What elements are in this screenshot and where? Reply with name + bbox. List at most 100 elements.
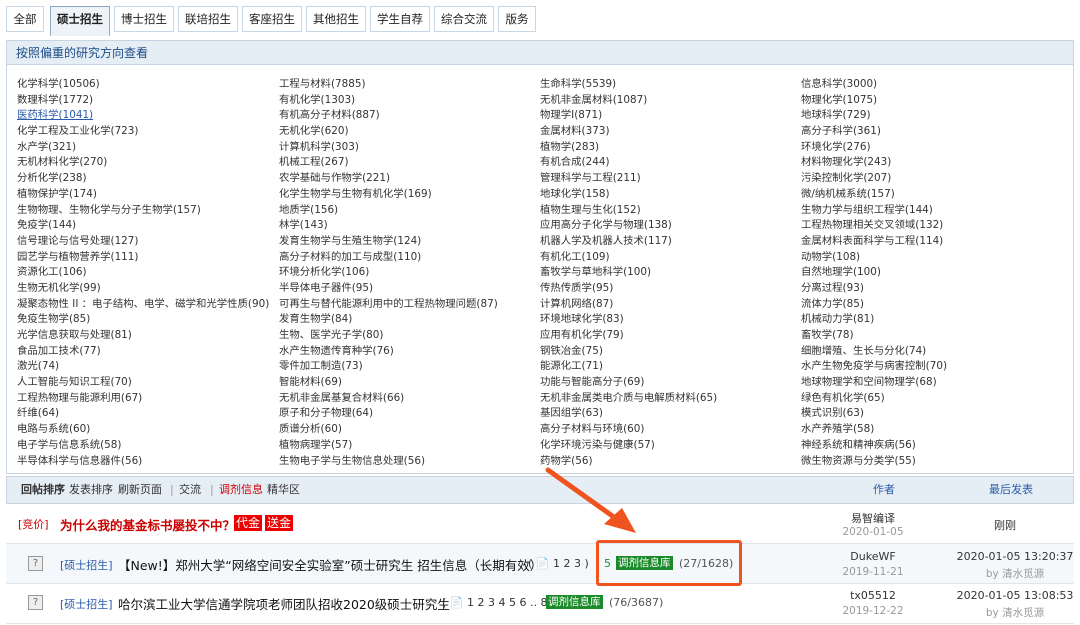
tab-master-recruit[interactable]: 硕士招生 (50, 6, 110, 36)
research-direction-link[interactable]: 植物保护学(174) (17, 187, 279, 203)
research-direction-link[interactable]: 物理学I(871) (540, 108, 802, 124)
research-direction-link[interactable]: 发育生物学与生殖生物学(124) (279, 234, 541, 250)
research-direction-link[interactable]: 高分子科学(361) (801, 124, 1063, 140)
page-links[interactable]: ( 📄 1 2 3 4 5 6 .. 8 ) (442, 596, 555, 609)
research-direction-link[interactable]: 自然地理学(100) (801, 265, 1063, 281)
research-direction-link[interactable]: 化学环境污染与健康(57) (540, 438, 802, 454)
research-direction-link[interactable]: 工程热物理与能源利用(67) (17, 391, 279, 407)
author-name[interactable]: DukeWF (803, 550, 943, 563)
research-direction-link[interactable]: 物理化学(1075) (801, 93, 1063, 109)
research-direction-link[interactable]: 植物学(283) (540, 140, 802, 156)
research-direction-link[interactable]: 计算机科学(303) (279, 140, 541, 156)
research-direction-link[interactable]: 发育生物学(84) (279, 312, 541, 328)
research-direction-link[interactable]: 环境地球化学(83) (540, 312, 802, 328)
table-row[interactable]: [竞价] 为什么我的基金标书屡投不中？ 代金 送金 易智编译 2020-01-0… (6, 504, 1074, 544)
research-direction-link[interactable]: 质谱分析(60) (279, 422, 541, 438)
research-direction-link[interactable]: 功能与智能高分子(69) (540, 375, 802, 391)
research-direction-link[interactable]: 半导体科学与信息器件(56) (17, 454, 279, 470)
research-direction-link[interactable]: 工程热物理相关交叉领域(132) (801, 218, 1063, 234)
research-direction-link[interactable]: 工程与材料(7885) (279, 77, 541, 93)
research-direction-link[interactable]: 化学工程及工业化学(723) (17, 124, 279, 140)
research-direction-link[interactable]: 水产生物免疫学与病害控制(70) (801, 359, 1063, 375)
research-direction-link[interactable]: 细胞增殖、生长与分化(74) (801, 344, 1063, 360)
research-direction-link[interactable]: 高分子材料的加工与成型(110) (279, 250, 541, 266)
tab-joint-recruit[interactable]: 联培招生 (178, 6, 238, 32)
research-direction-link[interactable]: 免疫生物学(85) (17, 312, 279, 328)
research-direction-link[interactable]: 信号理论与信号处理(127) (17, 234, 279, 250)
tab-phd-recruit[interactable]: 博士招生 (114, 6, 174, 32)
research-direction-link[interactable]: 半导体电子器件(95) (279, 281, 541, 297)
research-direction-link[interactable]: 生物电子学与生物信息处理(56) (279, 454, 541, 470)
research-direction-link[interactable]: 药物学(56) (540, 454, 802, 470)
research-direction-link[interactable]: 分离过程(93) (801, 281, 1063, 297)
research-direction-link[interactable]: 化学生物学与生物有机化学(169) (279, 187, 541, 203)
research-direction-link[interactable]: 神经系统和精神疾病(56) (801, 438, 1063, 454)
thread-title-link[interactable]: 哈尔滨工业大学信通学院项老师团队招收2020级硕士研究生 (118, 594, 450, 613)
research-direction-link[interactable]: 材料物理化学(243) (801, 155, 1063, 171)
research-direction-link[interactable]: 光学信息获取与处理(81) (17, 328, 279, 344)
research-direction-link[interactable]: 模式识别(63) (801, 406, 1063, 422)
last-post-column-header[interactable]: 最后发表 (989, 477, 1033, 503)
research-direction-link[interactable]: 机械工程(267) (279, 155, 541, 171)
research-direction-link[interactable]: 基因组学(63) (540, 406, 802, 422)
research-direction-link[interactable]: 无机材料化学(270) (17, 155, 279, 171)
research-direction-link[interactable]: 水产生物遗传育种学(76) (279, 344, 541, 360)
last-poster[interactable]: by 清水觅源 (935, 605, 1080, 620)
research-direction-link[interactable]: 凝聚态物性 II ：电子结构、电学、磁学和光学性质(90) (17, 297, 279, 313)
author-name[interactable]: tx05512 (803, 589, 943, 602)
elite-link[interactable]: 精华区 (267, 477, 300, 503)
research-direction-link[interactable]: 能源化工(71) (540, 359, 802, 375)
research-direction-link[interactable]: 人工智能与知识工程(70) (17, 375, 279, 391)
research-direction-link[interactable]: 有机化工(109) (540, 250, 802, 266)
research-direction-link[interactable]: 生物、医学光子学(80) (279, 328, 541, 344)
research-direction-link[interactable]: 免疫学(144) (17, 218, 279, 234)
research-direction-link[interactable]: 资源化工(106) (17, 265, 279, 281)
research-direction-link[interactable]: 机械动力学(81) (801, 312, 1063, 328)
research-direction-link[interactable]: 食品加工技术(77) (17, 344, 279, 360)
research-direction-link[interactable]: 医药科学(1041) (17, 108, 279, 124)
research-direction-link[interactable]: 地质学(156) (279, 203, 541, 219)
research-direction-link[interactable]: 生命科学(5539) (540, 77, 802, 93)
research-direction-link[interactable]: 环境化学(276) (801, 140, 1063, 156)
research-direction-link[interactable]: 激光(74) (17, 359, 279, 375)
research-direction-link[interactable]: 金属材料表面科学与工程(114) (801, 234, 1063, 250)
research-direction-link[interactable]: 数理科学(1772) (17, 93, 279, 109)
research-direction-link[interactable]: 传热传质学(95) (540, 281, 802, 297)
research-direction-link[interactable]: 畜牧学(78) (801, 328, 1063, 344)
author-name[interactable]: 易智编译 (803, 510, 943, 526)
research-direction-link[interactable]: 动物学(108) (801, 250, 1063, 266)
research-direction-link[interactable]: 金属材料(373) (540, 124, 802, 140)
research-direction-link[interactable]: 环境分析化学(106) (279, 265, 541, 281)
tab-other-recruit[interactable]: 其他招生 (306, 6, 366, 32)
research-direction-link[interactable]: 电路与系统(60) (17, 422, 279, 438)
sort-by-reply-link[interactable]: 回帖排序 (21, 477, 65, 503)
refresh-link[interactable]: 刷新页面 (118, 477, 162, 503)
exchange-link[interactable]: 交流 (179, 477, 201, 503)
research-direction-link[interactable]: 地球物理学和空间物理学(68) (801, 375, 1063, 391)
table-row[interactable]: ? [硕士招生] 【New!】郑州大学“网络空间安全实验室”硕士研究生 招生信息… (6, 544, 1074, 584)
forum-tag-link[interactable]: [硕士招生] (60, 596, 113, 612)
research-direction-link[interactable]: 应用有机化学(79) (540, 328, 802, 344)
research-direction-link[interactable]: 有机化学(1303) (279, 93, 541, 109)
research-direction-link[interactable]: 农学基础与作物学(221) (279, 171, 541, 187)
research-direction-link[interactable]: 分析化学(238) (17, 171, 279, 187)
research-direction-link[interactable]: 地球科学(729) (801, 108, 1063, 124)
research-direction-link[interactable]: 无机非金属材料(1087) (540, 93, 802, 109)
adjust-db-badge[interactable]: 调剂信息库 (546, 595, 603, 609)
research-direction-link[interactable]: 微生物资源与分类学(55) (801, 454, 1063, 470)
research-direction-link[interactable]: 流体力学(85) (801, 297, 1063, 313)
research-direction-link[interactable]: 地球化学(158) (540, 187, 802, 203)
research-direction-link[interactable]: 高分子材料与环境(60) (540, 422, 802, 438)
thread-title-link[interactable]: 【New!】郑州大学“网络空间安全实验室”硕士研究生 招生信息（长期有效） (118, 555, 542, 574)
research-direction-link[interactable]: 无机非金属类电介质与电解质材料(65) (540, 391, 802, 407)
research-direction-link[interactable]: 智能材料(69) (279, 375, 541, 391)
research-direction-link[interactable]: 生物力学与组织工程学(144) (801, 203, 1063, 219)
last-poster[interactable]: by 清水觅源 (935, 566, 1080, 581)
research-direction-link[interactable]: 生物无机化学(99) (17, 281, 279, 297)
research-direction-link[interactable]: 计算机网络(87) (540, 297, 802, 313)
research-direction-link[interactable]: 园艺学与植物营养学(111) (17, 250, 279, 266)
research-direction-link[interactable]: 有机高分子材料(887) (279, 108, 541, 124)
research-direction-link[interactable]: 绿色有机化学(65) (801, 391, 1063, 407)
research-direction-link[interactable]: 化学科学(10506) (17, 77, 279, 93)
research-direction-link[interactable]: 有机合成(244) (540, 155, 802, 171)
